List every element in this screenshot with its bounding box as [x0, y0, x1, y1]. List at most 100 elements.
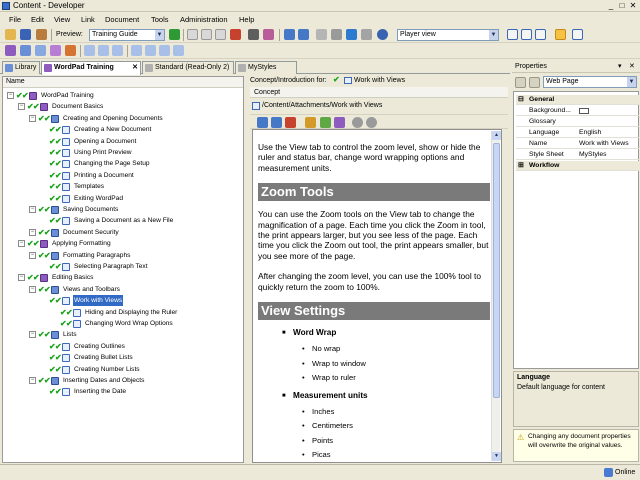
property-type-select[interactable]: Web Page ▼ [543, 76, 637, 88]
menu-file[interactable]: File [9, 15, 21, 24]
link-icon[interactable] [257, 117, 268, 128]
pin-icon[interactable]: ▾ [618, 62, 622, 70]
expand-toggle-icon[interactable]: − [7, 92, 14, 99]
close-tab-icon[interactable]: ✕ [132, 62, 138, 73]
group-general[interactable]: ⊟ General [516, 95, 639, 105]
property-row[interactable]: Glossary [516, 117, 639, 127]
scroll-up-icon[interactable]: ▲ [492, 131, 501, 140]
tab-mystyles[interactable]: MyStyles [235, 61, 297, 74]
preview-select[interactable]: Training Guide ▼ [89, 29, 165, 41]
close-button[interactable]: ✕ [628, 1, 638, 10]
new-section-icon[interactable] [20, 45, 31, 56]
back-icon[interactable] [352, 117, 363, 128]
expand-toggle-icon[interactable]: − [18, 274, 25, 282]
pencil-icon[interactable] [305, 117, 316, 128]
expand-toggle-icon[interactable]: − [29, 377, 36, 384]
expand-toggle-icon[interactable]: − [29, 331, 36, 339]
player-view-select[interactable]: Player view ▼ [397, 29, 499, 41]
expand-toggle-icon[interactable]: − [18, 240, 25, 248]
tab-wordpad-training[interactable]: WordPad Training ✕ [41, 61, 141, 75]
tag-icon[interactable] [320, 117, 331, 128]
open-icon[interactable] [5, 29, 16, 40]
maximize-button[interactable]: □ [617, 1, 627, 10]
property-row[interactable]: Name Work with Views [516, 139, 639, 149]
check-icon: ✔ [44, 227, 51, 237]
scroll-down-icon[interactable]: ▼ [492, 452, 501, 461]
menu-help[interactable]: Help [239, 15, 254, 24]
categorized-icon[interactable] [515, 77, 526, 88]
property-row[interactable]: Style Sheet MyStyles [516, 150, 639, 160]
move-up-icon[interactable] [131, 45, 142, 56]
settings-icon[interactable] [361, 29, 372, 40]
record-icon[interactable] [65, 45, 76, 56]
expand-toggle-icon[interactable]: − [29, 285, 36, 293]
panel-icon[interactable] [572, 29, 583, 40]
go-icon[interactable] [169, 29, 180, 40]
help-icon[interactable] [377, 29, 388, 40]
sort-az-icon[interactable] [529, 77, 540, 88]
new-page-icon[interactable] [35, 45, 46, 56]
properties-icon[interactable] [316, 29, 327, 40]
save-icon[interactable] [20, 29, 31, 40]
check-in-icon[interactable] [346, 29, 357, 40]
page-icon [62, 263, 70, 271]
arrow-down-icon[interactable] [112, 45, 123, 56]
menu-view[interactable]: View [54, 15, 70, 24]
style-icon[interactable] [334, 117, 345, 128]
menu-document[interactable]: Document [105, 15, 139, 24]
expand-toggle-icon[interactable]: − [18, 103, 25, 111]
document-editor[interactable]: Use the View tab to control the zoom lev… [252, 129, 502, 463]
delete-icon[interactable] [230, 29, 241, 40]
tools-icon[interactable] [331, 29, 342, 40]
forward-icon[interactable] [366, 117, 377, 128]
check-icon: ✔ [33, 273, 40, 283]
new-topic-icon[interactable] [50, 45, 61, 56]
folder-icon [51, 285, 59, 294]
highlight-icon[interactable] [555, 29, 566, 40]
new-book-icon[interactable] [5, 45, 16, 56]
editor-scrollbar[interactable]: ▲ ▼ [491, 131, 501, 461]
attachment-path[interactable]: /Content/Attachments/Work with Views [262, 102, 382, 109]
layout-three-icon[interactable] [535, 29, 546, 40]
check-icon: ✔ [55, 170, 62, 180]
expand-toggle-icon[interactable]: − [29, 251, 36, 259]
paragraph: You can use the Zoom tools on the View t… [258, 209, 489, 261]
color-swatch[interactable] [579, 108, 589, 114]
paste-icon[interactable] [215, 29, 226, 40]
menu-tools[interactable]: Tools [151, 15, 169, 24]
arrow-left-icon[interactable] [84, 45, 95, 56]
scroll-thumb[interactable] [493, 143, 500, 398]
page-icon [62, 160, 70, 169]
property-row[interactable]: Language English [516, 128, 639, 138]
move-down-icon[interactable] [145, 45, 156, 56]
unlink-icon[interactable] [271, 117, 282, 128]
menu-link[interactable]: Link [81, 15, 95, 24]
tab-library[interactable]: Library [2, 61, 40, 74]
replace-icon[interactable] [263, 29, 274, 40]
status-text: Online [615, 469, 636, 476]
outdent-icon[interactable] [173, 45, 184, 56]
redo-icon[interactable] [298, 29, 309, 40]
tab-standard[interactable]: Standard (Read-Only 2) [142, 61, 234, 74]
find-icon[interactable] [248, 29, 259, 40]
expand-icon: ⊞ [518, 162, 524, 169]
layout-two-icon[interactable] [521, 29, 532, 40]
minimize-button[interactable]: _ [606, 1, 616, 10]
remove-icon[interactable] [285, 117, 296, 128]
copy-icon[interactable] [201, 29, 212, 40]
edit-icon[interactable] [36, 29, 47, 40]
expand-toggle-icon[interactable]: − [29, 114, 36, 122]
layout-one-icon[interactable] [507, 29, 518, 40]
menu-edit[interactable]: Edit [31, 15, 44, 24]
undo-icon[interactable] [284, 29, 295, 40]
group-workflow[interactable]: ⊞ Workflow [516, 161, 639, 171]
arrow-right-icon[interactable] [98, 45, 109, 56]
book-icon [44, 64, 52, 72]
property-row[interactable]: Background... [516, 106, 639, 116]
expand-toggle-icon[interactable]: − [29, 206, 36, 213]
close-icon[interactable]: ✕ [629, 62, 635, 70]
expand-toggle-icon[interactable]: − [29, 228, 36, 236]
indent-icon[interactable] [159, 45, 170, 56]
cut-icon[interactable] [187, 29, 198, 40]
menu-administration[interactable]: Administration [180, 15, 228, 24]
